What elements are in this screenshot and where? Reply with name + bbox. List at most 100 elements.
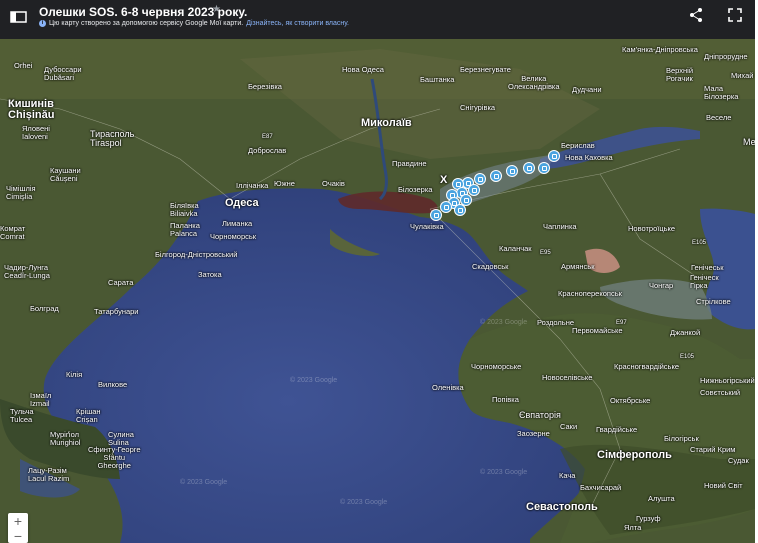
place-label: Дніпрорудне: [704, 52, 748, 61]
place-label: Чонгар: [649, 281, 674, 290]
place-label: Лиманка: [222, 219, 253, 228]
place-label: Мала Білозерка: [704, 84, 739, 101]
place-label: Кілія: [66, 370, 83, 379]
place-label: Білгород-Дністровський: [155, 250, 238, 259]
place-label: Чадир-Лунга Ceadîr-Lunga: [4, 263, 50, 280]
place-label: Одеса: [225, 197, 259, 209]
road-label: E105: [680, 354, 695, 360]
place-label: Кача: [559, 471, 576, 480]
place-label: Правдине: [392, 159, 427, 168]
place-label: Каланчак: [499, 244, 532, 253]
place-label: Гвардійське: [596, 425, 638, 434]
place-label: Чімішлія Cimişlia: [6, 184, 36, 201]
place-label: Крішан Crișan: [76, 407, 101, 424]
map-pin-icon[interactable]: [430, 209, 442, 221]
place-label: Михай: [731, 71, 754, 80]
place-label: Армянськ: [561, 262, 595, 271]
place-label: Чулаківка: [410, 222, 444, 231]
map-pin-icon[interactable]: [468, 184, 480, 196]
place-label: Чорноморськ: [210, 232, 257, 241]
place-label: Берислав: [561, 141, 595, 150]
place-label: Генічеськ: [691, 263, 724, 272]
place-label: Чаплинка: [543, 222, 577, 231]
map-watermark: © 2023 Google: [180, 479, 228, 486]
place-label: Баштанка: [420, 75, 455, 84]
map-canvas[interactable]: Orhei Дубоссари Dubăsari Кишинів Chișină…: [0, 39, 755, 543]
place-label: Orhei: [14, 61, 33, 70]
place-label: Сарата: [108, 278, 134, 287]
map-pin-icon[interactable]: [454, 204, 466, 216]
map-pin-icon[interactable]: [548, 150, 560, 162]
place-label: Муріґіол Murighiol: [50, 430, 81, 447]
road-label: E105: [692, 240, 707, 246]
place-label: Білозерка: [398, 185, 433, 194]
place-label: Іллічанка: [236, 181, 269, 190]
share-icon[interactable]: [688, 7, 704, 23]
road-label: E87: [262, 134, 273, 140]
place-label: Красноперекопськ: [558, 289, 622, 298]
place-label: Кишинів Chișinău: [8, 98, 55, 121]
place-label: Чорноморське: [471, 362, 522, 371]
place-label: Затока: [198, 270, 222, 279]
place-label: Паланка Palanca: [170, 221, 200, 238]
map-pin-icon[interactable]: [490, 170, 502, 182]
place-label: Южне: [274, 179, 295, 188]
info-icon: i: [39, 20, 46, 27]
place-label: Севастополь: [526, 501, 598, 513]
map-header: Олешки SOS. 6-8 червня 2023 року. ★ i Цю…: [0, 0, 755, 39]
place-label: Новотроїцьке: [628, 224, 676, 233]
learn-link[interactable]: Дізнайтесь, як створити власну.: [246, 20, 349, 27]
place-label: Х: [440, 174, 448, 186]
place-label: Верхній Рогачик: [666, 66, 694, 83]
map-pin-icon[interactable]: [506, 165, 518, 177]
place-label: Саки: [560, 422, 578, 431]
place-label: Болград: [30, 304, 59, 313]
place-label: Скадовськ: [472, 262, 509, 271]
place-label: Євпаторія: [519, 410, 561, 420]
menu-icon[interactable]: [8, 6, 30, 28]
map-pin-icon[interactable]: [440, 201, 452, 213]
place-label: Ме: [743, 137, 755, 147]
place-label: Лацу-Разім Lacul Razim: [28, 466, 70, 483]
map-watermark: © 2023 Google: [480, 469, 528, 476]
map-watermark: © 2023 Google: [480, 319, 528, 326]
place-label: Старий Крим: [690, 445, 736, 454]
place-label: Білогірськ: [664, 434, 699, 443]
map-watermark: © 2023 Google: [290, 377, 338, 384]
place-label: Яловені Ialoveni: [22, 124, 50, 141]
road-label: E97: [616, 320, 627, 326]
place-label: Нижньогірський: [700, 376, 755, 385]
place-label: Сфинту-Георге Sfântu Gheorghe: [88, 445, 141, 470]
place-label: Алушта: [648, 494, 675, 503]
place-label: Гурзуф: [636, 514, 661, 523]
place-label: Новий Світ: [704, 481, 743, 490]
star-icon[interactable]: ★: [212, 4, 221, 15]
fullscreen-icon[interactable]: [727, 7, 743, 23]
place-label: Доброслав: [248, 146, 287, 155]
zoom-control: + −: [8, 513, 28, 543]
place-label: Березнегувате: [460, 65, 511, 74]
place-label: Тульча Tulcea: [10, 407, 34, 424]
place-label: Октябрське: [610, 396, 651, 405]
place-label: Нова Каховка: [565, 153, 613, 162]
map-pin-icon[interactable]: [474, 173, 486, 185]
place-label: Велика Олександрівка: [508, 74, 560, 91]
map-pin-icon[interactable]: [538, 162, 550, 174]
place-label: Веселе: [706, 113, 732, 122]
place-label: Кам'янка-Дніпровська: [622, 45, 698, 54]
map-pin-icon[interactable]: [523, 162, 535, 174]
place-label: Снігурівка: [460, 103, 496, 112]
place-label: Дубоссари Dubăsari: [44, 65, 82, 82]
map-watermark: © 2023 Google: [340, 499, 388, 506]
road-label: E95: [540, 250, 551, 256]
place-label: Совєтський: [700, 388, 741, 397]
place-label: Ялта: [624, 523, 642, 532]
place-label: Бахчисарай: [580, 483, 622, 492]
place-label: Березівка: [248, 82, 282, 91]
place-label: Комрат Comrat: [0, 224, 26, 241]
place-label: Джанкой: [670, 328, 701, 337]
place-label: Геніческ Гірка: [690, 273, 719, 290]
zoom-out-button[interactable]: −: [8, 529, 28, 543]
place-label: Оленівка: [432, 383, 464, 392]
place-label: Сімферополь: [597, 449, 672, 461]
